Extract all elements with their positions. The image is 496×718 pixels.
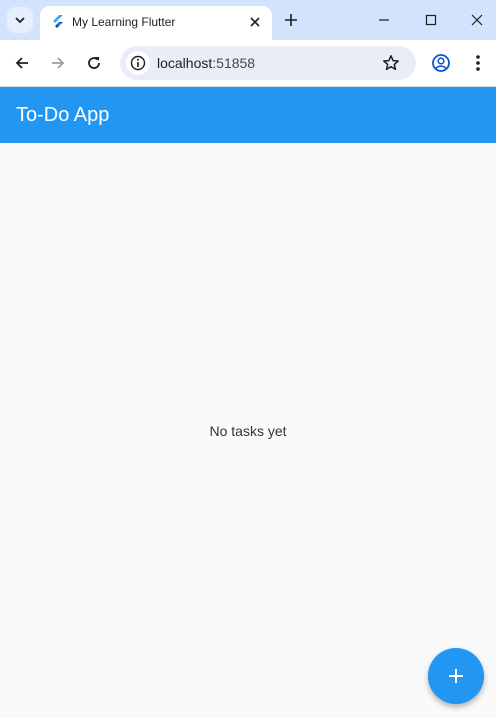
tab-search-button[interactable] (7, 7, 33, 33)
browser-toolbar: localhost:51858 (0, 40, 496, 87)
browser-window: My Learning Flutter localhost:51858 To-D… (0, 0, 496, 718)
forward-button[interactable] (48, 53, 68, 73)
close-icon (471, 14, 483, 26)
browser-menu-button[interactable] (468, 53, 488, 73)
arrow-left-icon (15, 57, 28, 69)
app-bar: To-Do App (0, 87, 496, 143)
star-icon[interactable] (382, 54, 400, 72)
plus-icon (449, 669, 463, 683)
browser-tab[interactable]: My Learning Flutter (40, 6, 272, 40)
url-host: localhost (157, 55, 213, 71)
maximize-icon (425, 14, 437, 26)
maximize-button[interactable] (420, 9, 442, 31)
info-icon (130, 55, 146, 71)
chevron-down-icon (15, 17, 25, 24)
arrow-right-icon (52, 57, 65, 69)
tab-title: My Learning Flutter (72, 15, 176, 29)
add-task-button[interactable] (428, 648, 484, 704)
reload-button[interactable] (84, 53, 104, 73)
empty-state-message: No tasks yet (209, 423, 287, 439)
minimize-button[interactable] (373, 9, 395, 31)
more-vert-icon (476, 55, 480, 71)
close-icon[interactable] (247, 14, 263, 30)
url-port: :51858 (212, 55, 256, 71)
page-title: To-Do App (16, 104, 110, 126)
profile-button[interactable] (431, 53, 451, 73)
new-tab-button[interactable] (282, 11, 300, 29)
reload-icon (88, 57, 100, 69)
close-window-button[interactable] (466, 9, 488, 31)
tab-strip: My Learning Flutter (0, 0, 496, 40)
profile-icon (432, 54, 450, 72)
minimize-icon (379, 19, 389, 21)
address-bar[interactable]: localhost:51858 (120, 46, 416, 80)
site-info-button[interactable] (126, 51, 150, 75)
task-list-area: No tasks yet (0, 143, 496, 718)
flutter-icon (53, 15, 63, 28)
url-text: localhost:51858 (157, 55, 255, 71)
back-button[interactable] (12, 53, 32, 73)
